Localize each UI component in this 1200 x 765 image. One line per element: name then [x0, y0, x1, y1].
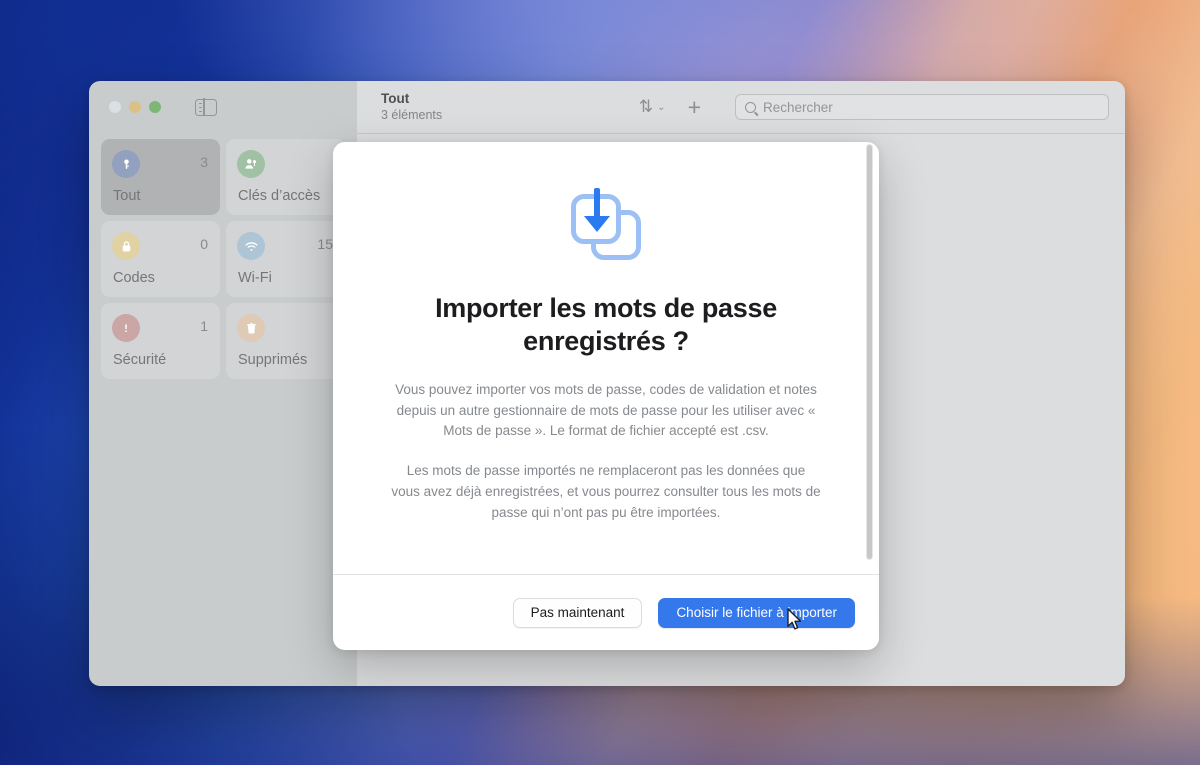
dialog-scroll-area: Importer les mots de passe enregistrés ?…: [333, 142, 879, 574]
desktop-wallpaper: 3 Tout Clés d’accès 0 Codes 15 Wi-Fi 1 S…: [0, 0, 1200, 765]
sidebar-item-label: Clés d’accès: [238, 188, 321, 204]
import-passwords-dialog: Importer les mots de passe enregistrés ?…: [333, 142, 879, 650]
list-subtitle: 3 éléments: [381, 107, 443, 122]
sidebar-item-count: 15: [317, 236, 333, 252]
dialog-paragraph-2: Les mots de passe importés ne remplacero…: [391, 463, 821, 520]
chevron-down-icon: ⌄: [657, 101, 666, 113]
sidebar-item-cles-dacces[interactable]: Clés d’accès: [226, 139, 345, 215]
list-title: Tout: [381, 90, 410, 106]
sidebar-category-grid: 3 Tout Clés d’accès 0 Codes 15 Wi-Fi 1 S…: [89, 133, 357, 385]
trash-icon: [237, 314, 265, 342]
sidebar-item-label: Wi-Fi: [238, 270, 272, 286]
dialog-scrollbar-thumb[interactable]: [866, 144, 873, 560]
dialog-paragraph-1: Vous pouvez importer vos mots de passe, …: [395, 381, 817, 439]
add-button[interactable]: +: [688, 94, 701, 121]
dialog-footer: Pas maintenant Choisir le fichier à impo…: [333, 574, 879, 650]
sidebar-item-label: Sécurité: [113, 352, 167, 368]
sidebar-item-label: Codes: [113, 270, 155, 286]
wifi-icon: [237, 232, 265, 260]
sidebar: 3 Tout Clés d’accès 0 Codes 15 Wi-Fi 1 S…: [89, 81, 357, 686]
sidebar-item-count: 3: [200, 154, 208, 170]
sidebar-item-count: 0: [200, 236, 208, 252]
maximize-window-button[interactable]: [149, 101, 161, 113]
search-input[interactable]: Rechercher: [735, 94, 1109, 120]
content-toolbar: Tout 3 éléments ⇅ ⌄ + Rechercher: [357, 81, 1125, 133]
search-placeholder: Rechercher: [763, 99, 833, 115]
traffic-light-group: [109, 101, 161, 113]
list-header: Tout 3 éléments: [381, 91, 442, 124]
search-icon: [745, 101, 756, 113]
sidebar-item-count: 1: [200, 318, 208, 334]
sidebar-item-securite[interactable]: 1 Sécurité: [101, 303, 220, 379]
close-window-button[interactable]: [109, 101, 121, 113]
sidebar-item-wifi[interactable]: 15 Wi-Fi: [226, 221, 345, 297]
dialog-scrollbar[interactable]: [866, 142, 873, 574]
sidebar-item-supprimes[interactable]: Supprimés: [226, 303, 345, 379]
sidebar-toggle-icon[interactable]: [195, 97, 217, 117]
sidebar-item-label: Tout: [113, 188, 141, 204]
import-download-icon: [567, 186, 645, 264]
sort-arrows-icon: ⇅: [638, 97, 653, 116]
sort-button[interactable]: ⇅ ⌄: [639, 97, 666, 117]
lock-icon: [112, 232, 140, 260]
sidebar-item-tout[interactable]: 3 Tout: [101, 139, 220, 215]
choose-file-to-import-button[interactable]: Choisir le fichier à importer: [658, 597, 855, 628]
warning-icon: [112, 314, 140, 342]
minimize-window-button[interactable]: [129, 101, 141, 113]
sidebar-item-label: Supprimés: [238, 352, 308, 368]
plus-icon: +: [687, 93, 701, 120]
key-icon: [112, 150, 140, 178]
dialog-title: Importer les mots de passe enregistrés ?: [435, 293, 777, 356]
sidebar-item-codes[interactable]: 0 Codes: [101, 221, 220, 297]
passkey-icon: [237, 150, 265, 178]
not-now-button[interactable]: Pas maintenant: [512, 597, 643, 628]
sidebar-toolbar: [89, 81, 357, 133]
